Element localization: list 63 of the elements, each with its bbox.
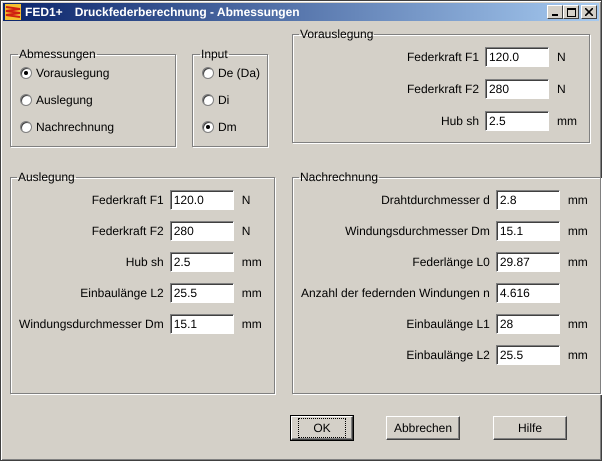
radio-option[interactable]: Auslegung bbox=[20, 92, 173, 108]
unit-label: N bbox=[240, 193, 252, 207]
field-label: Federlänge L0 bbox=[411, 255, 490, 269]
group-title: Vorauslegung bbox=[299, 27, 374, 41]
input-field[interactable]: 280 bbox=[485, 79, 549, 99]
radio-option[interactable]: Nachrechnung bbox=[20, 119, 173, 135]
input-field[interactable]: 2.8 bbox=[496, 190, 560, 210]
field-label: Einbaulänge L1 bbox=[405, 317, 490, 331]
radio-option[interactable]: De (Da) bbox=[202, 65, 265, 81]
input-field[interactable]: 2.5 bbox=[485, 111, 549, 131]
field-label: Federkraft F1 bbox=[90, 193, 164, 207]
field-label: Windungsdurchmesser Dm bbox=[19, 317, 164, 331]
unit-label: mm bbox=[240, 255, 263, 269]
unit-label: N bbox=[240, 224, 252, 238]
field-label: Hub sh bbox=[440, 114, 479, 128]
maximize-icon bbox=[566, 8, 576, 16]
field-label: Einbaulänge L2 bbox=[79, 286, 164, 300]
field-label: Federkraft F1 bbox=[406, 50, 479, 64]
input-field[interactable]: 25.5 bbox=[170, 283, 234, 303]
minimize-button[interactable] bbox=[547, 5, 563, 19]
input-field[interactable]: 2.5 bbox=[170, 252, 234, 272]
input-field[interactable]: 15.1 bbox=[496, 221, 560, 241]
dialog-button[interactable]: Hilfe bbox=[493, 416, 567, 440]
group-title: Auslegung bbox=[17, 170, 76, 184]
unit-label: N bbox=[556, 50, 567, 64]
window-title: Druckfederberechnung - Abmessungen bbox=[74, 5, 300, 19]
close-button[interactable] bbox=[581, 5, 597, 19]
field-label: Federkraft F2 bbox=[406, 82, 479, 96]
unit-label: mm bbox=[566, 193, 589, 207]
field-label: Einbaulänge L2 bbox=[405, 348, 490, 362]
dialog-button[interactable]: Abbrechen bbox=[386, 416, 460, 440]
radio-option[interactable]: Dm bbox=[202, 119, 265, 135]
spring-icon bbox=[5, 4, 21, 20]
input-field[interactable]: 4.616 bbox=[496, 283, 560, 303]
group-title: Abmessungen bbox=[18, 47, 97, 61]
input-field[interactable]: 25.5 bbox=[496, 345, 560, 365]
input-field[interactable]: 15.1 bbox=[170, 314, 234, 334]
unit-label: mm bbox=[240, 286, 263, 300]
field-label: Drahtdurchmesser d bbox=[380, 193, 490, 207]
unit-label: mm bbox=[566, 348, 589, 362]
field-label: Federkraft F2 bbox=[90, 224, 164, 238]
group-title: Input bbox=[200, 47, 229, 61]
input-field[interactable]: 29.87 bbox=[496, 252, 560, 272]
unit-label: mm bbox=[566, 224, 589, 238]
input-field[interactable]: 120.0 bbox=[485, 47, 549, 67]
group-title: Nachrechnung bbox=[299, 170, 380, 184]
field-label: Windungsdurchmesser Dm bbox=[344, 224, 490, 238]
unit-label: mm bbox=[556, 114, 578, 128]
field-label: Hub sh bbox=[124, 255, 164, 269]
maximize-button[interactable] bbox=[563, 5, 579, 19]
unit-label: mm bbox=[240, 317, 263, 331]
unit-label: mm bbox=[566, 255, 589, 269]
unit-label: N bbox=[556, 82, 567, 96]
input-field[interactable]: 28 bbox=[496, 314, 560, 334]
radio-option[interactable]: Vorauslegung bbox=[20, 65, 173, 81]
input-field[interactable]: 120.0 bbox=[170, 190, 234, 210]
field-label: Anzahl der federnden Windungen n bbox=[301, 286, 490, 300]
radio-option[interactable]: Di bbox=[202, 92, 265, 108]
unit-label: mm bbox=[566, 317, 589, 331]
app-name: FED1+ bbox=[25, 5, 63, 19]
input-field[interactable]: 280 bbox=[170, 221, 234, 241]
dialog-button[interactable]: OK bbox=[291, 416, 353, 440]
close-icon bbox=[585, 8, 593, 16]
